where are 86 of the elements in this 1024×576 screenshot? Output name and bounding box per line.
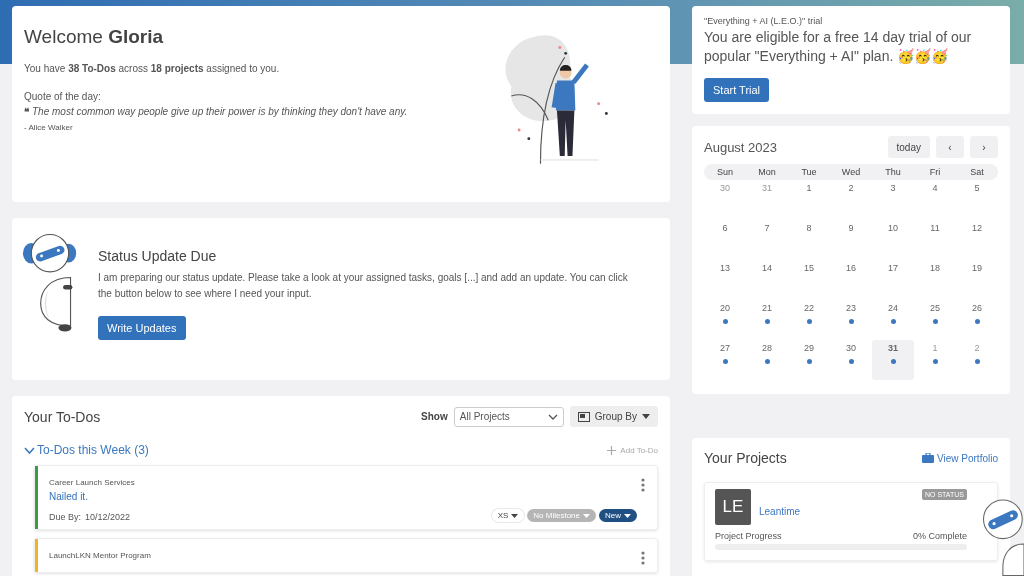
calendar-day[interactable]: 11 bbox=[914, 220, 956, 260]
todo-summary: You have 38 To-Dos across 18 projects assigned to you. bbox=[24, 63, 281, 74]
calendar-day[interactable]: 29 bbox=[788, 340, 830, 380]
calendar-day[interactable]: 10 bbox=[872, 220, 914, 260]
calendar-day[interactable]: 25 bbox=[914, 300, 956, 340]
welcome-title: Welcome Gloria bbox=[24, 26, 165, 48]
calendar-day[interactable]: 18 bbox=[914, 260, 956, 300]
weekday-label: Tue bbox=[800, 167, 818, 177]
caret-icon bbox=[642, 414, 650, 419]
image-icon bbox=[577, 411, 590, 422]
calendar-day[interactable]: 23 bbox=[830, 300, 872, 340]
trial-message: You are eligible for a free 14 day trial of our popular "Everything + AI" plan. 🥳🥳🥳 bbox=[704, 28, 973, 66]
progress-percent: 0% Complete bbox=[912, 531, 967, 541]
calendar-day[interactable]: 19 bbox=[956, 260, 998, 300]
group-by-button[interactable]: Group By bbox=[569, 406, 658, 427]
calendar-day[interactable]: 1 bbox=[788, 180, 830, 220]
progress-label: Project Progress bbox=[715, 531, 782, 541]
trial-caption: "Everything + AI (L.E.O.)" trial bbox=[704, 16, 824, 26]
robot-helper-drawing[interactable] bbox=[980, 496, 1024, 576]
due-label: Due By: bbox=[49, 512, 81, 522]
more-options-icon[interactable] bbox=[641, 478, 645, 492]
write-updates-button[interactable]: Write Updates bbox=[98, 316, 186, 340]
start-trial-button[interactable]: Start Trial bbox=[704, 78, 770, 102]
caret-icon bbox=[583, 513, 590, 518]
calendar-day[interactable]: 15 bbox=[788, 260, 830, 300]
plus-icon bbox=[607, 445, 617, 455]
todo-project: LaunchLKN Mentor Program bbox=[49, 551, 151, 560]
todo-project: Career Launch Services bbox=[49, 478, 135, 487]
weekday-label: Thu bbox=[884, 167, 902, 177]
projects-title: Your Projects bbox=[704, 450, 787, 466]
calendar-day[interactable]: 26 bbox=[956, 300, 998, 340]
calendar-day[interactable]: 4 bbox=[914, 180, 956, 220]
caret-icon bbox=[511, 513, 519, 518]
calendar-day[interactable]: 27 bbox=[704, 340, 746, 380]
quote-label: Quote of the day: bbox=[24, 91, 102, 102]
caret-icon bbox=[624, 513, 631, 518]
calendar-day[interactable]: 30 bbox=[830, 340, 872, 380]
todo-card[interactable]: LaunchLKN Mentor Program bbox=[34, 538, 658, 573]
show-label: Show bbox=[421, 411, 448, 422]
project-avatar: LE bbox=[715, 489, 751, 525]
quote-mark: ❝ bbox=[24, 106, 29, 117]
next-month-button[interactable]: › bbox=[970, 136, 998, 158]
chevron-down-icon bbox=[24, 446, 35, 454]
quote-author: - Alice Walker bbox=[24, 123, 74, 132]
calendar-day[interactable]: 13 bbox=[704, 260, 746, 300]
quote-text: The most common way people give up their power is by thinking they don't have any. bbox=[32, 106, 408, 117]
effort-dropdown[interactable]: XS bbox=[491, 509, 525, 522]
calendar-day[interactable]: 31 bbox=[872, 340, 914, 380]
weekday-label: Wed bbox=[840, 167, 862, 177]
section-toggle[interactable]: To-Dos this Week (3) bbox=[24, 443, 149, 457]
calendar-day[interactable]: 12 bbox=[956, 220, 998, 260]
todo-title-link[interactable]: Nailed it. bbox=[49, 491, 135, 502]
due-date: 10/12/2022 bbox=[85, 512, 131, 522]
weekday-label: Fri bbox=[928, 167, 942, 177]
calendar-day[interactable]: 14 bbox=[746, 260, 788, 300]
more-options-icon[interactable] bbox=[641, 551, 645, 565]
calendar-day[interactable]: 2 bbox=[830, 180, 872, 220]
calendar-month: August 2023 bbox=[704, 139, 777, 155]
previous-month-button[interactable]: ‹ bbox=[936, 136, 964, 158]
weekday-label: Mon bbox=[757, 167, 777, 177]
calendar-day[interactable]: 5 bbox=[956, 180, 998, 220]
calendar-day[interactable]: 28 bbox=[746, 340, 788, 380]
calendar-day[interactable]: 16 bbox=[830, 260, 872, 300]
chevron-down-icon bbox=[547, 413, 558, 420]
status-message: I am preparing our status update. Please take a look at your assigned tasks, goals [...] and add an update. You can click the button below to see where I need your input. bbox=[98, 271, 629, 301]
status-dropdown[interactable]: New bbox=[599, 509, 637, 522]
calendar-day[interactable]: 6 bbox=[704, 220, 746, 260]
todo-card[interactable]: Career Launch Services Nailed it. Due By: 10/12/2022 XS No Milestone New bbox=[34, 465, 658, 530]
today-button[interactable]: today bbox=[887, 136, 930, 158]
calendar-day[interactable]: 3 bbox=[872, 180, 914, 220]
calendar-day[interactable]: 24 bbox=[872, 300, 914, 340]
calendar-day[interactable]: 22 bbox=[788, 300, 830, 340]
calendar-day[interactable]: 21 bbox=[746, 300, 788, 340]
status-title: Status Update Due bbox=[98, 248, 218, 264]
weekday-label: Sun bbox=[716, 167, 734, 177]
calendar-day[interactable]: 20 bbox=[704, 300, 746, 340]
project-name-link[interactable]: Leantime bbox=[759, 505, 801, 517]
view-portfolio-link[interactable]: View Portfolio bbox=[922, 452, 998, 464]
todos-title: Your To-Dos bbox=[24, 408, 101, 425]
calendar-day[interactable]: 8 bbox=[788, 220, 830, 260]
project-filter-select[interactable]: All Projects bbox=[453, 406, 564, 427]
calendar-day[interactable]: 7 bbox=[746, 220, 788, 260]
briefcase-icon bbox=[922, 453, 935, 463]
calendar-day[interactable]: 17 bbox=[872, 260, 914, 300]
weekday-label: Sat bbox=[969, 167, 985, 177]
calendar-day[interactable]: 9 bbox=[830, 220, 872, 260]
